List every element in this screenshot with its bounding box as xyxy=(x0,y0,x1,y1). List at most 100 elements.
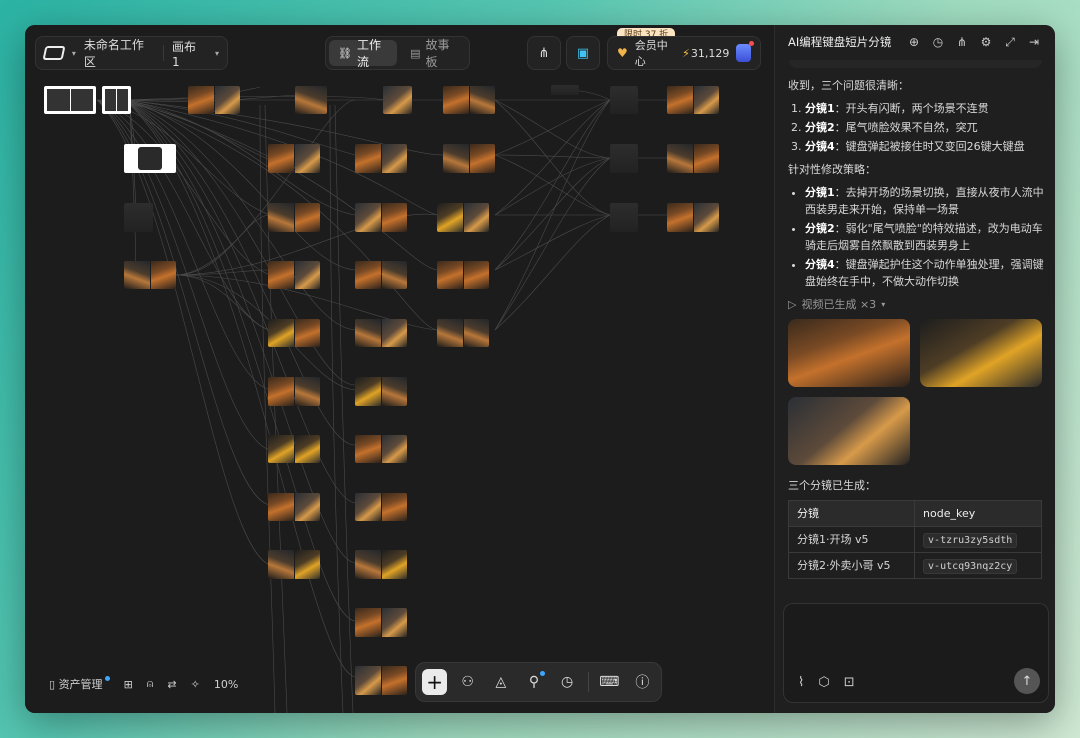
node-output-2[interactable] xyxy=(610,144,638,173)
tab-storyboard[interactable]: ▤ 故事板 xyxy=(401,38,466,69)
previous-message-edge xyxy=(789,60,1042,68)
node-shot-c1-2[interactable] xyxy=(268,203,320,232)
node-output-1[interactable] xyxy=(610,86,638,114)
node-scene-3[interactable] xyxy=(383,86,412,114)
strategy-list: 分镜1：去掉开场的场景切换，直接从夜市人流中西装男走来开始，保持单一场景 分镜2… xyxy=(788,184,1044,290)
node-empty-1[interactable] xyxy=(124,203,153,232)
cube-icon[interactable]: ⬡ xyxy=(818,675,829,690)
app-logo-icon[interactable] xyxy=(42,46,66,60)
node-key[interactable]: v-tzru3zy5sdth xyxy=(923,532,1018,548)
node-shot-c2-1[interactable] xyxy=(355,144,407,173)
history-button[interactable]: ◷ xyxy=(555,669,580,695)
video-thumbnail[interactable] xyxy=(788,319,910,387)
character-tool-button[interactable]: ⚲ xyxy=(521,669,546,695)
table-row: 分镜1·开场 v5 v-tzru3zy5sdth xyxy=(787,526,1042,553)
magic-icon[interactable]: ✧ xyxy=(191,678,200,691)
node-shot-c2-9[interactable] xyxy=(355,608,407,637)
videos-generated-label: 视频已生成 ×3 xyxy=(801,298,877,311)
vip-label: 会员中心 xyxy=(634,39,668,68)
notification-dot xyxy=(104,676,110,681)
workspace-toolbar: ▾ 未命名工作区 画布 1 ▾ xyxy=(35,36,228,70)
canvas-name[interactable]: 画布 1 xyxy=(172,38,207,69)
vip-center[interactable]: ♥ 会员中心 ⚡ 31,129 xyxy=(607,36,761,70)
divider xyxy=(587,672,589,692)
keyboard-shortcuts-button[interactable]: ⌨ xyxy=(597,669,622,695)
send-button[interactable]: ↑ xyxy=(1014,668,1040,694)
node-keyboard-ref[interactable] xyxy=(124,144,176,173)
node-empty-top[interactable] xyxy=(551,85,579,95)
node-shot-c2-7[interactable] xyxy=(355,493,407,521)
workflow-tool-button[interactable]: ⚇ xyxy=(455,669,480,695)
new-chat-icon[interactable]: ⊕ xyxy=(906,35,922,49)
column-header: 分镜 xyxy=(787,500,916,527)
chat-messages: 收到，三个问题很清晰： 分镜1：开头有闪断，两个场景不连贯 分镜2：尾气喷脸效果… xyxy=(787,77,1044,579)
bolt-icon: ⚡ xyxy=(682,46,690,60)
chat-input-box[interactable]: ⌇ ⬡ ⊡ ↑ xyxy=(783,603,1049,703)
node-shot-c1-6[interactable] xyxy=(268,435,320,463)
app-window: ▾ 未命名工作区 画布 1 ▾ ⛓ 工作流 ▤ 故事板 ⋔ ▣ 限时 37 折 … xyxy=(25,25,1055,713)
node-key[interactable]: v-utcq93nqz2cy xyxy=(923,558,1018,574)
videos-generated-toggle[interactable]: ▷ 视频已生成 ×3 ▾ xyxy=(788,296,1044,313)
collapse-panel-icon[interactable]: ⇥ xyxy=(1026,35,1042,49)
node-shot-c2-2[interactable] xyxy=(355,203,407,232)
settings-icon[interactable]: ⚙ xyxy=(978,35,994,49)
workflow-icon: ⛓ xyxy=(338,46,352,60)
node-shot-c2-3[interactable] xyxy=(355,261,407,289)
node-shot-c3-1[interactable] xyxy=(443,144,495,173)
help-button[interactable]: ⓘ xyxy=(630,669,655,695)
node-shot-c1-8[interactable] xyxy=(268,550,320,579)
panel-icon: ▯ xyxy=(49,678,56,691)
list-item: 分镜4：键盘弹起被接住时又变回26键大键盘 xyxy=(805,138,1044,155)
bottom-left-tools: ▯ 资产管理 ⊞ ⍝ ⇄ ✧ 10% xyxy=(49,676,238,692)
node-shot-c2-8[interactable] xyxy=(355,550,407,579)
video-thumbnail[interactable] xyxy=(788,397,910,465)
workflow-canvas[interactable]: ▾ 未命名工作区 画布 1 ▾ ⛓ 工作流 ▤ 故事板 ⋔ ▣ 限时 37 折 … xyxy=(25,25,774,713)
share-button[interactable]: ⋔ xyxy=(527,36,561,70)
shapes-tool-button[interactable]: ◬ xyxy=(488,669,513,695)
node-scene-2[interactable] xyxy=(295,86,327,114)
node-shot-c1-3[interactable] xyxy=(268,261,320,289)
node-shot-c1-1[interactable] xyxy=(268,144,320,173)
attach-icon[interactable]: ⌇ xyxy=(798,675,804,690)
node-shot-c2-4[interactable] xyxy=(355,319,407,347)
people-icon[interactable]: ⍝ xyxy=(147,677,154,691)
table-cell: v-utcq93nqz2cy xyxy=(914,552,1042,579)
node-shot-c2-5[interactable] xyxy=(355,377,407,406)
video-thumbnail[interactable] xyxy=(920,319,1042,387)
node-scene-4[interactable] xyxy=(443,86,495,114)
node-layout-b[interactable] xyxy=(102,86,131,114)
image-add-icon[interactable]: ⊡ xyxy=(844,675,855,690)
add-node-button[interactable]: + xyxy=(422,669,448,695)
assets-button[interactable]: ▯ 资产管理 xyxy=(49,676,110,692)
node-shot-c2-6[interactable] xyxy=(355,435,407,463)
node-shot-c1-4[interactable] xyxy=(268,319,320,347)
swap-icon[interactable]: ⇄ xyxy=(167,678,176,691)
tab-label: 故事板 xyxy=(425,38,450,69)
store-button[interactable]: ▣ xyxy=(566,36,600,70)
node-shot-c3-3[interactable] xyxy=(437,261,489,289)
node-output-3[interactable] xyxy=(610,203,638,232)
node-shot-c1-7[interactable] xyxy=(268,493,320,521)
chevron-down-icon[interactable]: ▾ xyxy=(215,49,219,58)
node-layout-a[interactable] xyxy=(44,86,96,114)
node-shot-c3-4[interactable] xyxy=(437,319,489,347)
chevron-down-icon[interactable]: ▾ xyxy=(72,49,76,58)
clock-icon: ◷ xyxy=(561,674,574,690)
workspace-name[interactable]: 未命名工作区 xyxy=(84,36,155,70)
node-final-3[interactable] xyxy=(667,203,719,232)
history-icon[interactable]: ◷ xyxy=(930,35,946,49)
expand-icon[interactable]: ⤢ xyxy=(1002,35,1018,50)
grid-icon[interactable]: ⊞ xyxy=(124,678,133,691)
node-character[interactable] xyxy=(124,261,176,289)
node-shot-c3-2[interactable] xyxy=(437,203,489,232)
avatar[interactable] xyxy=(736,41,754,62)
tab-workflow[interactable]: ⛓ 工作流 xyxy=(329,38,398,69)
node-final-2[interactable] xyxy=(667,144,719,173)
share-icon[interactable]: ⋔ xyxy=(954,35,970,49)
node-shot-c2-10[interactable] xyxy=(355,666,407,695)
node-final-1[interactable] xyxy=(667,86,719,114)
node-shot-c1-5[interactable] xyxy=(268,377,320,406)
table-cell: v-tzru3zy5sdth xyxy=(914,526,1042,553)
zoom-level[interactable]: 10% xyxy=(214,678,238,691)
node-scene-1[interactable] xyxy=(188,86,240,114)
